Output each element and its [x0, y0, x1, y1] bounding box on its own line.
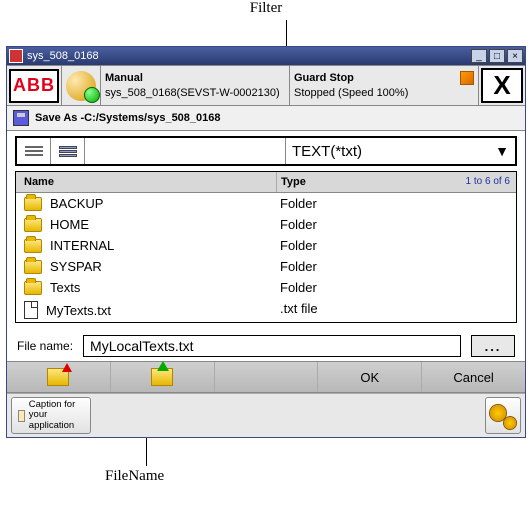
filter-toolbar: TEXT(*txt) ▼	[15, 136, 517, 166]
close-dialog-button[interactable]: X	[481, 68, 523, 103]
save-as-prefix: Save As -	[35, 112, 84, 124]
folder-icon	[24, 218, 42, 232]
app-header: ABB Manual sys_508_0168(SEVST-W-0002130)…	[7, 65, 525, 106]
column-header-type[interactable]: Type	[276, 172, 446, 192]
column-header-name[interactable]: Name	[16, 172, 276, 192]
warning-flag-icon	[460, 71, 474, 85]
row-name: HOME	[50, 217, 89, 232]
caption-tab-label: Caption for your application	[29, 400, 84, 431]
row-name: BACKUP	[50, 196, 103, 211]
row-type: Folder	[276, 238, 516, 253]
window-frame: sys_508_0168 _ □ × ABB Manual sys_508_01…	[6, 46, 526, 438]
row-name: SYSPAR	[50, 259, 102, 274]
folder-icon	[24, 197, 42, 211]
save-as-path: C:/Systems/sys_508_0168	[84, 112, 220, 124]
operator-icon[interactable]	[66, 71, 96, 101]
abb-logo: ABB	[9, 69, 59, 103]
footer-bar: Caption for your application	[7, 393, 525, 437]
detail-lines-icon	[59, 145, 77, 158]
save-as-path-bar: Save As - C:/Systems/sys_508_0168	[7, 106, 525, 131]
folder-icon	[24, 260, 42, 274]
empty-slot-1	[215, 362, 319, 392]
manual-mode-label: Manual	[105, 72, 143, 84]
table-row[interactable]: INTERNAL Folder	[16, 235, 516, 256]
caption-tab[interactable]: Caption for your application	[11, 397, 91, 434]
file-type-filter-value: TEXT(*txt)	[292, 143, 362, 160]
table-row[interactable]: SYSPAR Folder	[16, 256, 516, 277]
folder-up-icon	[151, 368, 173, 386]
ok-button[interactable]: OK	[318, 362, 422, 392]
row-name: INTERNAL	[50, 238, 114, 253]
system-id-text: sys_508_0168(SEVST-W-0002130)	[105, 86, 280, 100]
table-row[interactable]: MyTexts.txt .txt file	[16, 298, 516, 322]
table-header: Name Type 1 to 6 of 6	[16, 172, 516, 193]
row-type: Folder	[276, 259, 516, 274]
new-folder-icon	[47, 368, 69, 386]
table-body: BACKUPFolderHOMEFolderINTERNALFolderSYSP…	[16, 193, 516, 322]
keyboard-button[interactable]: ...	[471, 335, 515, 357]
gear-icon	[490, 403, 516, 429]
file-icon	[24, 301, 38, 319]
maximize-button[interactable]: □	[489, 49, 505, 63]
table-row[interactable]: BACKUP Folder	[16, 193, 516, 214]
view-icons-button[interactable]	[17, 138, 51, 164]
row-name: MyTexts.txt	[46, 303, 111, 318]
filename-input[interactable]	[83, 335, 461, 357]
view-details-button[interactable]	[51, 138, 85, 164]
caption-icon	[18, 410, 25, 422]
row-type: Folder	[276, 280, 516, 295]
table-row[interactable]: HOME Folder	[16, 214, 516, 235]
row-name: Texts	[50, 280, 80, 295]
window-titlebar: sys_508_0168 _ □ ×	[7, 47, 525, 65]
annotation-filter-pointer	[286, 20, 287, 46]
system-icon	[9, 49, 23, 63]
filename-label: File name:	[17, 339, 73, 353]
row-type: Folder	[276, 217, 516, 232]
minimize-button[interactable]: _	[471, 49, 487, 63]
folder-icon	[24, 239, 42, 253]
close-window-button[interactable]: ×	[507, 49, 523, 63]
table-row[interactable]: Texts Folder	[16, 277, 516, 298]
row-type: Folder	[276, 196, 516, 211]
window-title: sys_508_0168	[27, 50, 471, 62]
annotation-filename-pointer	[146, 438, 147, 466]
action-bar: OK Cancel	[7, 361, 525, 393]
list-lines-icon	[25, 144, 43, 158]
new-folder-button[interactable]	[7, 362, 111, 392]
settings-tab[interactable]	[485, 397, 521, 434]
guard-status-text: Stopped (Speed 100%)	[294, 86, 474, 100]
folder-up-button[interactable]	[111, 362, 215, 392]
annotation-filename-label: FileName	[105, 468, 164, 485]
folder-icon	[24, 281, 42, 295]
filename-row: File name: ...	[7, 331, 525, 361]
row-count-text: 1 to 6 of 6	[446, 172, 516, 192]
disk-icon	[13, 110, 29, 126]
cancel-button[interactable]: Cancel	[422, 362, 525, 392]
file-type-filter[interactable]: TEXT(*txt) ▼	[285, 138, 515, 164]
annotation-filter-label: Filter	[0, 0, 532, 17]
row-type: .txt file	[276, 301, 516, 319]
guard-stop-label: Guard Stop	[294, 71, 354, 85]
chevron-down-icon: ▼	[495, 143, 509, 159]
file-table: Name Type 1 to 6 of 6 BACKUP Folder HOME Fo…	[15, 171, 517, 323]
